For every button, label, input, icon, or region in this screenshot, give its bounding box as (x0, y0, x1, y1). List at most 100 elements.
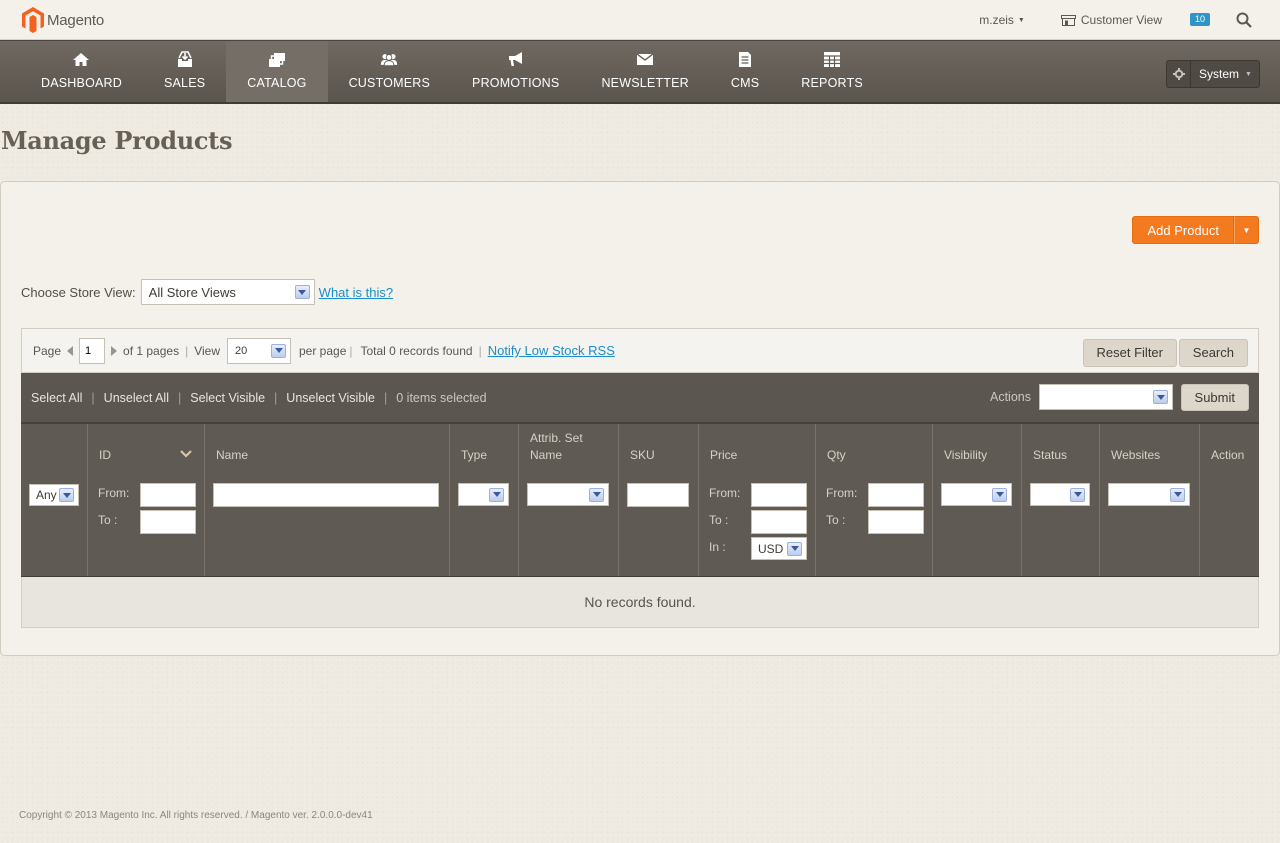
reset-filter-button[interactable]: Reset Filter (1082, 339, 1177, 367)
nav-label: NEWSLETTER (601, 76, 689, 90)
websites-filter-select[interactable] (1108, 483, 1190, 506)
dropdown-arrow-icon (1070, 487, 1085, 502)
select-visible-link[interactable]: Select Visible (190, 391, 265, 405)
visibility-filter-select[interactable] (941, 483, 1012, 506)
status-filter-select[interactable] (1030, 483, 1090, 506)
dropdown-arrow-icon (489, 487, 504, 502)
column-status: Status (1022, 424, 1100, 576)
search-icon[interactable] (1236, 12, 1252, 28)
sort-descending-icon[interactable] (180, 450, 192, 458)
add-product-button[interactable]: Add Product (1132, 216, 1234, 244)
top-header: Magento m.zeis ▼ Customer View 10 (0, 0, 1280, 40)
store-view-select[interactable]: All Store Views (140, 279, 315, 305)
nav-label: DASHBOARD (41, 76, 122, 90)
nav-item-customers[interactable]: CUSTOMERS (328, 41, 451, 102)
column-header-type[interactable]: Type (461, 448, 487, 462)
nav-item-cms[interactable]: CMS (710, 41, 780, 102)
nav-item-promotions[interactable]: PROMOTIONS (451, 41, 580, 102)
gear-icon (1172, 68, 1185, 80)
nav-item-sales[interactable]: SALES (143, 41, 226, 102)
dropdown-arrow-icon (294, 285, 310, 299)
column-header-name[interactable]: Name (216, 448, 248, 462)
store-view-value: All Store Views (148, 284, 236, 300)
nav-item-newsletter[interactable]: NEWSLETTER (580, 41, 709, 102)
document-icon (739, 52, 752, 67)
qty-to-input[interactable] (868, 510, 924, 534)
price-from-input[interactable] (751, 483, 807, 507)
home-icon (73, 53, 90, 66)
column-header-status[interactable]: Status (1033, 448, 1067, 462)
next-page-icon[interactable] (111, 345, 118, 356)
unselect-all-link[interactable]: Unselect All (104, 391, 169, 405)
price-to-input[interactable] (751, 510, 807, 534)
grid-header: Any ID From: To : Name Type Attrib. Set … (21, 424, 1259, 577)
caret-down-icon: ▼ (1017, 16, 1025, 24)
column-action: Action (1200, 424, 1259, 576)
customers-icon (381, 54, 398, 67)
submit-button[interactable]: Submit (1180, 384, 1249, 411)
nav-item-reports[interactable]: REPORTS (780, 41, 884, 102)
id-to-input[interactable] (140, 510, 196, 534)
caret-down-icon: ▼ (1245, 70, 1252, 78)
column-header-visibility[interactable]: Visibility (944, 448, 987, 462)
magento-logo-icon (22, 7, 44, 33)
magento-logo[interactable]: Magento (22, 7, 104, 33)
column-header-websites[interactable]: Websites (1111, 448, 1160, 462)
nav-label: SALES (163, 76, 206, 90)
nav-item-dashboard[interactable]: DASHBOARD (20, 41, 143, 102)
unselect-visible-link[interactable]: Unselect Visible (286, 391, 375, 405)
customer-view-label: Customer View (1080, 13, 1162, 27)
search-button[interactable]: Search (1178, 339, 1248, 367)
column-header-attrib-set-line2: Name (530, 448, 563, 462)
type-filter-select[interactable] (458, 483, 509, 506)
page-label: Page (33, 343, 62, 358)
dropdown-arrow-icon (589, 487, 604, 502)
column-header-qty[interactable]: Qty (827, 448, 846, 462)
in-label: In : (709, 540, 726, 554)
currency-value: USD (758, 541, 784, 556)
user-menu[interactable]: m.zeis ▼ (979, 13, 1025, 27)
attribute-set-filter-select[interactable] (527, 483, 609, 506)
to-label: To : (98, 513, 118, 527)
per-page-value: 20 (235, 344, 248, 357)
column-massaction: Any (21, 424, 88, 576)
page-number-input[interactable] (79, 337, 106, 364)
name-filter-input[interactable] (213, 483, 439, 507)
nav-label: CMS (730, 76, 760, 90)
id-from-input[interactable] (140, 483, 196, 507)
column-header-price[interactable]: Price (710, 448, 737, 462)
system-menu-button[interactable]: System ▼ (1166, 60, 1260, 88)
to-label: To : (826, 513, 846, 527)
per-page-label: per page (299, 343, 347, 358)
massaction-filter-select[interactable]: Any (29, 484, 79, 506)
actions-select[interactable] (1039, 384, 1173, 410)
column-price: Price From: To : In : USD (699, 424, 816, 576)
view-label: View (194, 343, 220, 358)
currency-select[interactable]: USD (751, 537, 807, 560)
column-attribute-set: Attrib. Set Name (519, 424, 619, 576)
column-sku: SKU (619, 424, 699, 576)
customer-view-link[interactable]: Customer View (1060, 13, 1162, 27)
qty-from-input[interactable] (868, 483, 924, 507)
notifications-button[interactable]: 10 (1190, 11, 1210, 29)
nav-item-catalog[interactable]: CATALOG (226, 41, 328, 102)
per-page-select[interactable]: 20 (227, 337, 291, 364)
previous-page-icon[interactable] (67, 345, 74, 356)
main-navigation: DASHBOARD SALES CATALOG CUSTOMERS PROMOT… (0, 40, 1280, 104)
select-all-link[interactable]: Select All (31, 391, 82, 405)
megaphone-icon (508, 52, 522, 66)
column-header-sku[interactable]: SKU (630, 448, 655, 462)
notify-low-stock-rss-link[interactable]: Notify Low Stock RSS (488, 343, 615, 358)
column-header-action: Action (1211, 448, 1245, 462)
column-id: ID From: To : (88, 424, 205, 576)
what-is-this-link[interactable]: What is this? (319, 285, 393, 300)
storefront-icon (1060, 14, 1076, 26)
sku-filter-input[interactable] (627, 483, 689, 507)
main-panel: Add Product ▼ Choose Store View: All Sto… (0, 181, 1280, 656)
column-header-attrib-set[interactable]: Attrib. Set (530, 431, 583, 445)
dropdown-arrow-icon (1153, 390, 1168, 404)
add-product-dropdown-toggle[interactable]: ▼ (1234, 216, 1259, 244)
column-header-id[interactable]: ID (99, 448, 111, 462)
store-view-label: Choose Store View: (21, 284, 136, 300)
envelope-icon (636, 53, 654, 65)
